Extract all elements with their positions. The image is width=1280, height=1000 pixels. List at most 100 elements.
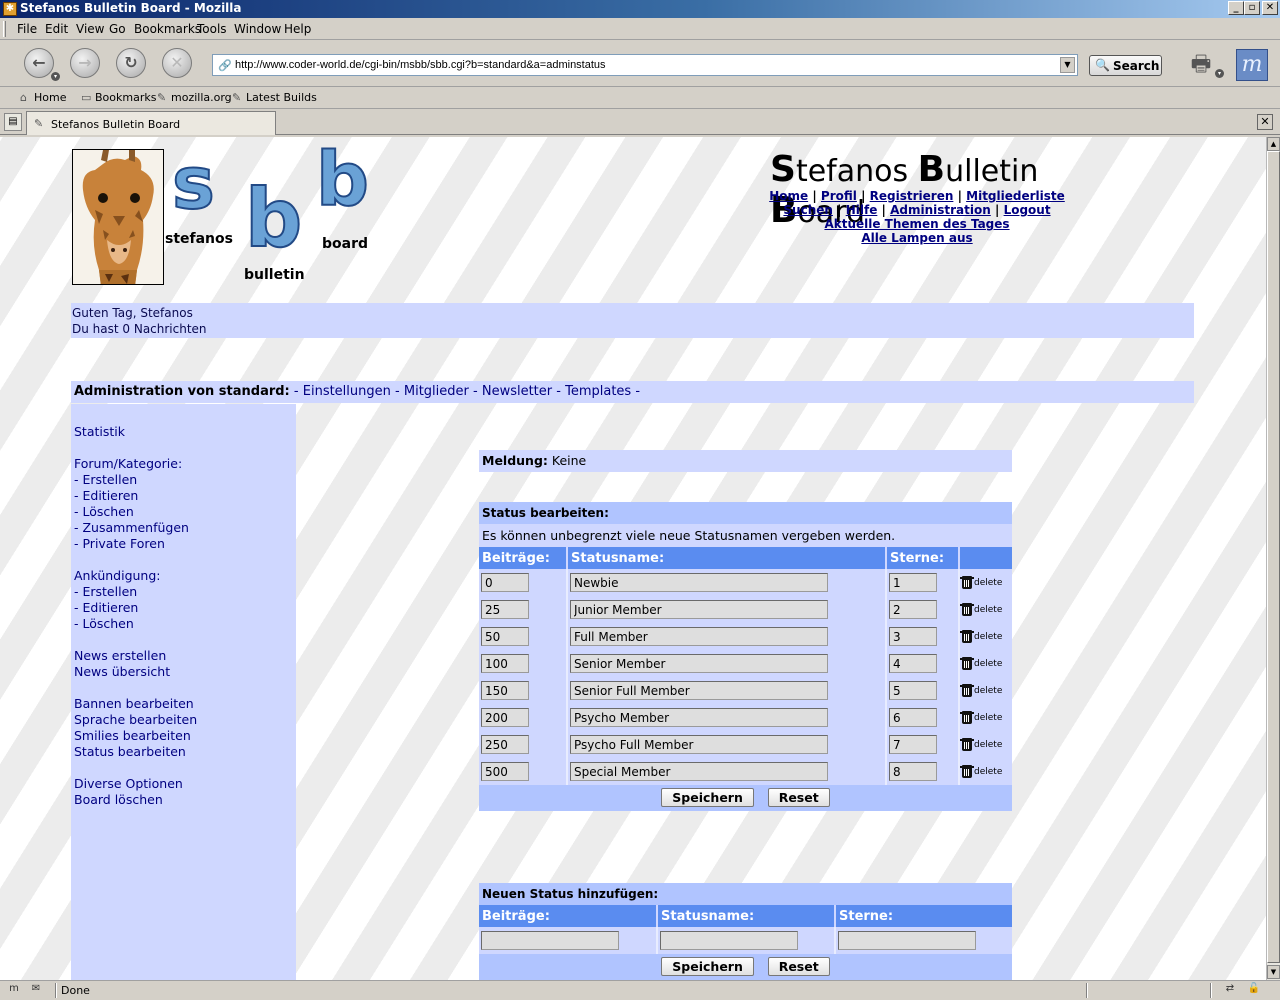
stars-input[interactable] [889, 573, 937, 592]
close-window-button[interactable]: ✕ [1262, 1, 1278, 15]
new-tab-icon[interactable]: ▤ [4, 113, 22, 131]
url-history-dropdown-icon[interactable]: ▼ [1060, 57, 1075, 73]
nav-logout-link[interactable]: Logout [1004, 203, 1051, 217]
sidebar-item-sprache[interactable]: Sprache bearbeiten [74, 712, 293, 728]
menu-window[interactable]: Window [234, 22, 281, 36]
sidebar-item-ankuendigung-loeschen[interactable]: - Löschen [74, 616, 293, 632]
stars-input[interactable] [889, 681, 937, 700]
url-text[interactable]: http://www.coder-world.de/cgi-bin/msbb/s… [235, 59, 606, 71]
menu-file[interactable]: File [17, 22, 37, 36]
sidebar-item-forum-editieren[interactable]: - Editieren [74, 488, 293, 504]
minimize-button[interactable]: _ [1228, 1, 1244, 15]
save-button[interactable]: Speichern [661, 788, 754, 807]
bookmark-mozilla-org[interactable]: ✎ mozilla.org [157, 91, 232, 104]
stars-input[interactable] [889, 654, 937, 673]
stars-input[interactable] [889, 600, 937, 619]
delete-button[interactable]: delete [960, 657, 1010, 670]
sidebar-item-bannen[interactable]: Bannen bearbeiten [74, 696, 293, 712]
menu-help[interactable]: Help [284, 22, 311, 36]
sidebar-item-private-foren[interactable]: - Private Foren [74, 536, 293, 552]
nav-mitgliederliste-link[interactable]: Mitgliederliste [966, 189, 1065, 203]
forward-button[interactable]: → [70, 48, 100, 78]
delete-button[interactable]: delete [960, 603, 1010, 616]
nav-suchen-link[interactable]: Suchen [783, 203, 833, 217]
bookmark-bookmarks[interactable]: ▭ Bookmarks [81, 91, 156, 104]
delete-button[interactable]: delete [960, 738, 1010, 751]
menu-tools[interactable]: Tools [197, 22, 227, 36]
scroll-down-icon[interactable]: ▼ [1267, 965, 1280, 979]
nav-aktuelle-themen-link[interactable]: Aktuelle Themen des Tages [824, 217, 1009, 231]
sidebar-item-status[interactable]: Status bearbeiten [74, 744, 293, 760]
nav-home-link[interactable]: Home [769, 189, 808, 203]
back-button[interactable]: ← [24, 48, 54, 78]
tab-stefanos-bulletin-board[interactable]: ✎ Stefanos Bulletin Board [26, 111, 276, 135]
new-statusname-input[interactable] [660, 931, 798, 950]
mozilla-status-icon[interactable]: m [6, 983, 22, 997]
admin-templates-link[interactable]: Templates [565, 384, 631, 399]
menu-bookmarks[interactable]: Bookmarks [134, 22, 201, 36]
bookmark-home[interactable]: ⌂ Home [20, 91, 66, 104]
statusname-input[interactable] [570, 708, 828, 727]
sidebar-item-forum-zusammenfuegen[interactable]: - Zusammenfügen [74, 520, 293, 536]
search-button[interactable]: 🔍 Search [1089, 55, 1162, 76]
delete-button[interactable]: delete [960, 576, 1010, 589]
nav-administration-link[interactable]: Administration [890, 203, 991, 217]
posts-input[interactable] [481, 600, 529, 619]
sidebar-item-ankuendigung-erstellen[interactable]: - Erstellen [74, 584, 293, 600]
toolbar-grip[interactable] [3, 21, 6, 37]
scrollbar-thumb[interactable] [1267, 151, 1280, 963]
reset-button[interactable]: Reset [767, 788, 830, 807]
posts-input[interactable] [481, 762, 529, 781]
reload-button[interactable]: ↻ [116, 48, 146, 78]
posts-input[interactable] [481, 654, 529, 673]
stars-input[interactable] [889, 708, 937, 727]
nav-profil-link[interactable]: Profil [821, 189, 857, 203]
menu-edit[interactable]: Edit [45, 22, 68, 36]
print-icon[interactable]: 🖶 [1186, 47, 1216, 77]
statusname-input[interactable] [570, 573, 828, 592]
sidebar-item-statistik[interactable]: Statistik [74, 424, 293, 440]
delete-button[interactable]: delete [960, 684, 1010, 697]
nav-registrieren-link[interactable]: Registrieren [870, 189, 954, 203]
sidebar-item-news-uebersicht[interactable]: News übersicht [74, 664, 293, 680]
posts-input[interactable] [481, 681, 529, 700]
admin-einstellungen-link[interactable]: Einstellungen [303, 384, 391, 399]
url-bar[interactable]: 🔗 http://www.coder-world.de/cgi-bin/msbb… [212, 54, 1078, 76]
sidebar-item-diverse-optionen[interactable]: Diverse Optionen [74, 776, 293, 792]
sidebar-item-forum-loeschen[interactable]: - Löschen [74, 504, 293, 520]
print-dropdown-icon[interactable]: ▾ [1215, 69, 1224, 78]
mozilla-throbber-icon[interactable]: m [1236, 49, 1268, 81]
posts-input[interactable] [481, 708, 529, 727]
sidebar-item-board-loeschen[interactable]: Board löschen [74, 792, 293, 808]
new-stars-input[interactable] [838, 931, 976, 950]
nav-alle-lampen-aus-link[interactable]: Alle Lampen aus [861, 231, 972, 245]
delete-button[interactable]: delete [960, 711, 1010, 724]
stars-input[interactable] [889, 735, 937, 754]
new-save-button[interactable]: Speichern [661, 957, 754, 976]
delete-button[interactable]: delete [960, 765, 1010, 778]
menu-go[interactable]: Go [109, 22, 126, 36]
posts-input[interactable] [481, 573, 529, 592]
scroll-up-icon[interactable]: ▲ [1267, 137, 1280, 151]
sidebar-item-ankuendigung-editieren[interactable]: - Editieren [74, 600, 293, 616]
statusname-input[interactable] [570, 681, 828, 700]
sidebar-item-forum-erstellen[interactable]: - Erstellen [74, 472, 293, 488]
maximize-button[interactable]: ▫ [1244, 1, 1260, 15]
posts-input[interactable] [481, 735, 529, 754]
posts-input[interactable] [481, 627, 529, 646]
stars-input[interactable] [889, 762, 937, 781]
stop-button[interactable]: ✕ [162, 48, 192, 78]
statusname-input[interactable] [570, 762, 828, 781]
sidebar-item-smilies[interactable]: Smilies bearbeiten [74, 728, 293, 744]
statusname-input[interactable] [570, 600, 828, 619]
statusname-input[interactable] [570, 735, 828, 754]
statusname-input[interactable] [570, 654, 828, 673]
nav-hilfe-link[interactable]: Hilfe [846, 203, 878, 217]
vertical-scrollbar[interactable]: ▲ ▼ [1266, 137, 1280, 980]
admin-newsletter-link[interactable]: Newsletter [482, 384, 552, 399]
back-history-dropdown-icon[interactable]: ▾ [51, 72, 60, 81]
bookmark-latest-builds[interactable]: ✎ Latest Builds [232, 91, 317, 104]
menu-view[interactable]: View [76, 22, 104, 36]
new-posts-input[interactable] [481, 931, 619, 950]
mail-status-icon[interactable]: ✉ [28, 983, 44, 997]
